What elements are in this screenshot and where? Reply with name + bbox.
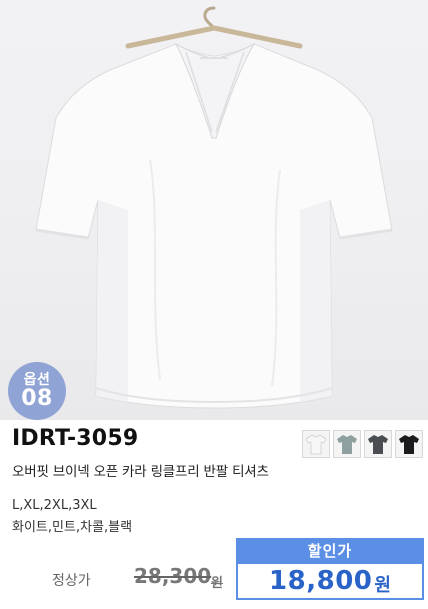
color-swatches [302,430,423,458]
sale-price: 18,800 [269,566,373,596]
tshirt-image [35,6,393,409]
product-code[interactable]: IDRT-3059 [12,426,138,451]
product-sizes: L,XL,2XL,3XL [12,498,97,513]
option-badge: 옵션 08 [8,362,66,420]
white-tshirt-icon [305,434,327,455]
black-tshirt-icon [399,435,419,454]
product-info: IDRT-3059 오버핏 브이넥 오픈 카라 링클프리 반팔 티셔츠 L,XL… [0,420,428,609]
swatch-charcoal[interactable] [364,430,392,458]
product-photo[interactable]: 옵션 08 [0,0,428,420]
charcoal-tshirt-icon [368,435,388,454]
product-name[interactable]: 오버핏 브이넥 오픈 카라 링클프리 반팔 티셔츠 [12,460,269,480]
mint-tshirt-icon [337,435,357,454]
sale-price-label: 할인가 [236,538,424,562]
sale-price-currency: 원 [374,575,391,596]
regular-price: 28,300 [134,564,212,588]
swatch-white[interactable] [302,430,330,458]
product-colors: 화이트,민트,차콜,블랙 [12,520,133,535]
regular-price-currency: 원 [211,576,223,591]
swatch-black[interactable] [395,430,423,458]
swatch-mint[interactable] [333,430,361,458]
regular-price-label: 정상가 [52,573,91,589]
sale-price-box: 18,800 원 [236,562,424,600]
option-badge-number: 08 [21,386,53,411]
